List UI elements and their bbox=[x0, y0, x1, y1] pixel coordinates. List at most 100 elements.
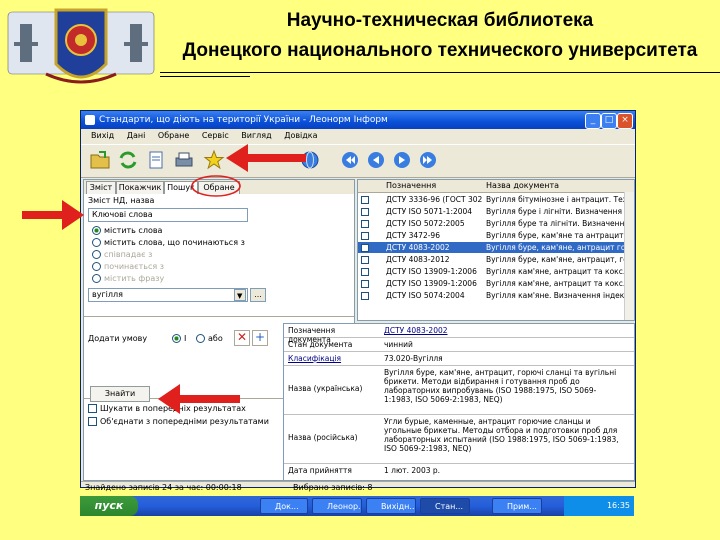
open-folder-icon[interactable] bbox=[89, 149, 111, 171]
row-checkbox[interactable] bbox=[361, 268, 369, 276]
table-header: Позначення Назва документа bbox=[358, 180, 634, 193]
next-record-icon[interactable] bbox=[391, 149, 413, 171]
row-checkbox[interactable] bbox=[361, 220, 369, 228]
row-checkbox[interactable] bbox=[361, 256, 369, 264]
detail-key: Назва (російська) bbox=[288, 433, 358, 442]
first-record-icon[interactable] bbox=[339, 149, 361, 171]
taskbar-item[interactable]: Прим... bbox=[492, 498, 542, 514]
table-scrollbar[interactable] bbox=[624, 192, 634, 320]
merge-results-checkbox[interactable]: Об'єднати з попередніми результатами bbox=[88, 417, 269, 426]
radio-dot bbox=[92, 262, 101, 271]
minimize-button[interactable]: _ bbox=[585, 113, 601, 129]
table-row[interactable]: ДСТУ ISO 5074:2004 Вугілля кам'яне. Визна… bbox=[358, 290, 624, 301]
taskbar-item[interactable]: Леонор... bbox=[312, 498, 362, 514]
favorites-star-icon[interactable] bbox=[203, 149, 225, 171]
menu-favorites[interactable]: Обране bbox=[158, 131, 189, 140]
taskbar: пуск Док... Леонор... Вихідн... Стан... … bbox=[80, 496, 634, 516]
annotation-arrow-find bbox=[158, 384, 240, 414]
row-checkbox[interactable] bbox=[361, 232, 369, 240]
printer-icon[interactable] bbox=[173, 149, 195, 171]
radio-matches: співпадає з bbox=[92, 250, 152, 259]
table-row[interactable]: ДСТУ 3336-96 (ГОСТ 30245) Вугілля бітумін… bbox=[358, 194, 624, 205]
column-name[interactable]: Назва документа bbox=[486, 180, 559, 192]
row-checkbox[interactable] bbox=[361, 292, 369, 300]
radio-dot bbox=[92, 250, 101, 259]
row-name: Вугілля буре, кам'яне, антрацит, горючі … bbox=[486, 255, 624, 264]
table-row[interactable]: ДСТУ ISO 5071-1:2004 Вугілля буре і лігні… bbox=[358, 206, 624, 217]
detail-value: Вугілля буре, кам'яне, антрацит, горючі … bbox=[384, 368, 617, 404]
row-name: Вугілля буре, кам'яне, антрацит горючі с… bbox=[486, 243, 624, 252]
tab-index[interactable]: Покажчик bbox=[116, 181, 164, 194]
menu-view[interactable]: Вигляд bbox=[241, 131, 271, 140]
menu-data[interactable]: Дані bbox=[127, 131, 146, 140]
row-name: Вугілля кам'яне. Визначення індексу спуч… bbox=[486, 291, 624, 300]
table-row[interactable]: ДСТУ 3472-96 Вугілля буре, кам'яне та ант… bbox=[358, 230, 624, 241]
find-button[interactable]: Знайти bbox=[90, 386, 150, 402]
title-bar[interactable]: Стандарти, що діють на території України… bbox=[81, 111, 635, 129]
table-row-selected[interactable]: ДСТУ 4083-2002 Вугілля буре, кам'яне, ант… bbox=[358, 242, 624, 253]
taskbar-item[interactable]: Док... bbox=[260, 498, 308, 514]
detail-row: Позначення документа ДСТУ 4083-2002 bbox=[284, 324, 634, 344]
document-details: Позначення документа ДСТУ 4083-2002 Стан … bbox=[283, 323, 635, 481]
menu-help[interactable]: Довідка bbox=[284, 131, 317, 140]
last-record-icon[interactable] bbox=[417, 149, 439, 171]
row-checkbox[interactable] bbox=[361, 208, 369, 216]
checkbox-label: Об'єднати з попередніми результатами bbox=[100, 417, 269, 426]
row-code: ДСТУ 4083-2012 bbox=[386, 255, 450, 264]
table-row[interactable]: ДСТУ ISO 13909-1:2006 Вугілля кам'яне, ан… bbox=[358, 266, 624, 277]
detail-value-link[interactable]: ДСТУ 4083-2002 bbox=[384, 326, 624, 335]
detail-key: Стан документа bbox=[288, 340, 353, 349]
toolbar bbox=[81, 144, 635, 178]
add-condition-label: Додати умову bbox=[88, 334, 148, 343]
university-title: Донецкого национального технического уни… bbox=[182, 40, 698, 61]
row-checkbox[interactable] bbox=[361, 196, 369, 204]
close-button[interactable]: × bbox=[617, 113, 633, 129]
table-row[interactable]: ДСТУ 4083-2012 Вугілля буре, кам'яне, ант… bbox=[358, 254, 624, 265]
detail-key-link[interactable]: Класифікація bbox=[288, 354, 378, 363]
menu-service[interactable]: Сервіс bbox=[202, 131, 229, 140]
row-code: ДСТУ 3336-96 (ГОСТ 30245) bbox=[386, 195, 482, 204]
radio-dot bbox=[92, 226, 101, 235]
detail-row: Назва (російська) Угли бурые, каменные, а… bbox=[284, 415, 634, 464]
detail-row: Назва (українська) Вугілля буре, кам'яне,… bbox=[284, 366, 634, 415]
panel-divider bbox=[84, 316, 354, 317]
maximize-button[interactable]: □ bbox=[601, 113, 617, 129]
window-title: Стандарти, що діють на території України… bbox=[99, 115, 388, 125]
taskbar-item[interactable]: Вихідн... bbox=[366, 498, 416, 514]
row-checkbox[interactable] bbox=[361, 280, 369, 288]
radio-or[interactable]: або bbox=[196, 334, 223, 343]
radio-dot bbox=[196, 334, 205, 343]
start-button[interactable]: пуск bbox=[80, 496, 138, 516]
previous-record-icon[interactable] bbox=[365, 149, 387, 171]
status-selected: Вибрано записів: 8 bbox=[293, 483, 373, 492]
tab-contents[interactable]: Зміст bbox=[86, 181, 116, 194]
table-row[interactable]: ДСТУ ISO 13909-1:2006 Вугілля кам'яне, ан… bbox=[358, 278, 624, 289]
add-condition-icon[interactable]: + bbox=[252, 330, 268, 346]
taskbar-item-active[interactable]: Стан... bbox=[420, 498, 470, 514]
radio-contains-words[interactable]: містить слова bbox=[92, 226, 162, 235]
keyword-field[interactable]: Ключові слова bbox=[88, 208, 248, 222]
row-checkbox[interactable] bbox=[361, 244, 369, 252]
annotation-arrow-favorites bbox=[226, 144, 306, 172]
radio-and[interactable]: І bbox=[172, 334, 186, 343]
library-title: Научно-техническая библиотека bbox=[286, 10, 594, 31]
more-button[interactable]: ... bbox=[250, 288, 266, 302]
detail-value: Угли бурые, каменные, антрацит горючие с… bbox=[384, 417, 619, 453]
row-code: ДСТУ 4083-2002 bbox=[386, 243, 450, 252]
menu-exit[interactable]: Вихід bbox=[91, 131, 114, 140]
document-icon[interactable] bbox=[145, 149, 167, 171]
column-code[interactable]: Позначення bbox=[386, 180, 436, 192]
refresh-icon[interactable] bbox=[117, 149, 139, 171]
radio-label: містить фразу bbox=[104, 274, 165, 283]
radio-words-starting-with[interactable]: містить слова, що починаються з bbox=[92, 238, 245, 247]
remove-condition-icon[interactable]: ✕ bbox=[234, 330, 250, 346]
row-code: ДСТУ ISO 5071-1:2004 bbox=[386, 207, 473, 216]
row-code: ДСТУ ISO 13909-1:2006 bbox=[386, 279, 477, 288]
search-input[interactable]: вугілля bbox=[88, 288, 248, 302]
row-name: Вугілля буре і лігніти. Визначення вміст… bbox=[486, 207, 624, 216]
results-table: Позначення Назва документа ДСТУ 3336-96 … bbox=[357, 179, 635, 321]
table-row[interactable]: ДСТУ ISO 5072:2005 Вугілля буре та лігніт… bbox=[358, 218, 624, 229]
dropdown-arrow-icon[interactable]: ▼ bbox=[234, 289, 246, 301]
row-name: Вугілля буре, кам'яне та антрацит. Класи… bbox=[486, 231, 624, 240]
radio-dot bbox=[172, 334, 181, 343]
